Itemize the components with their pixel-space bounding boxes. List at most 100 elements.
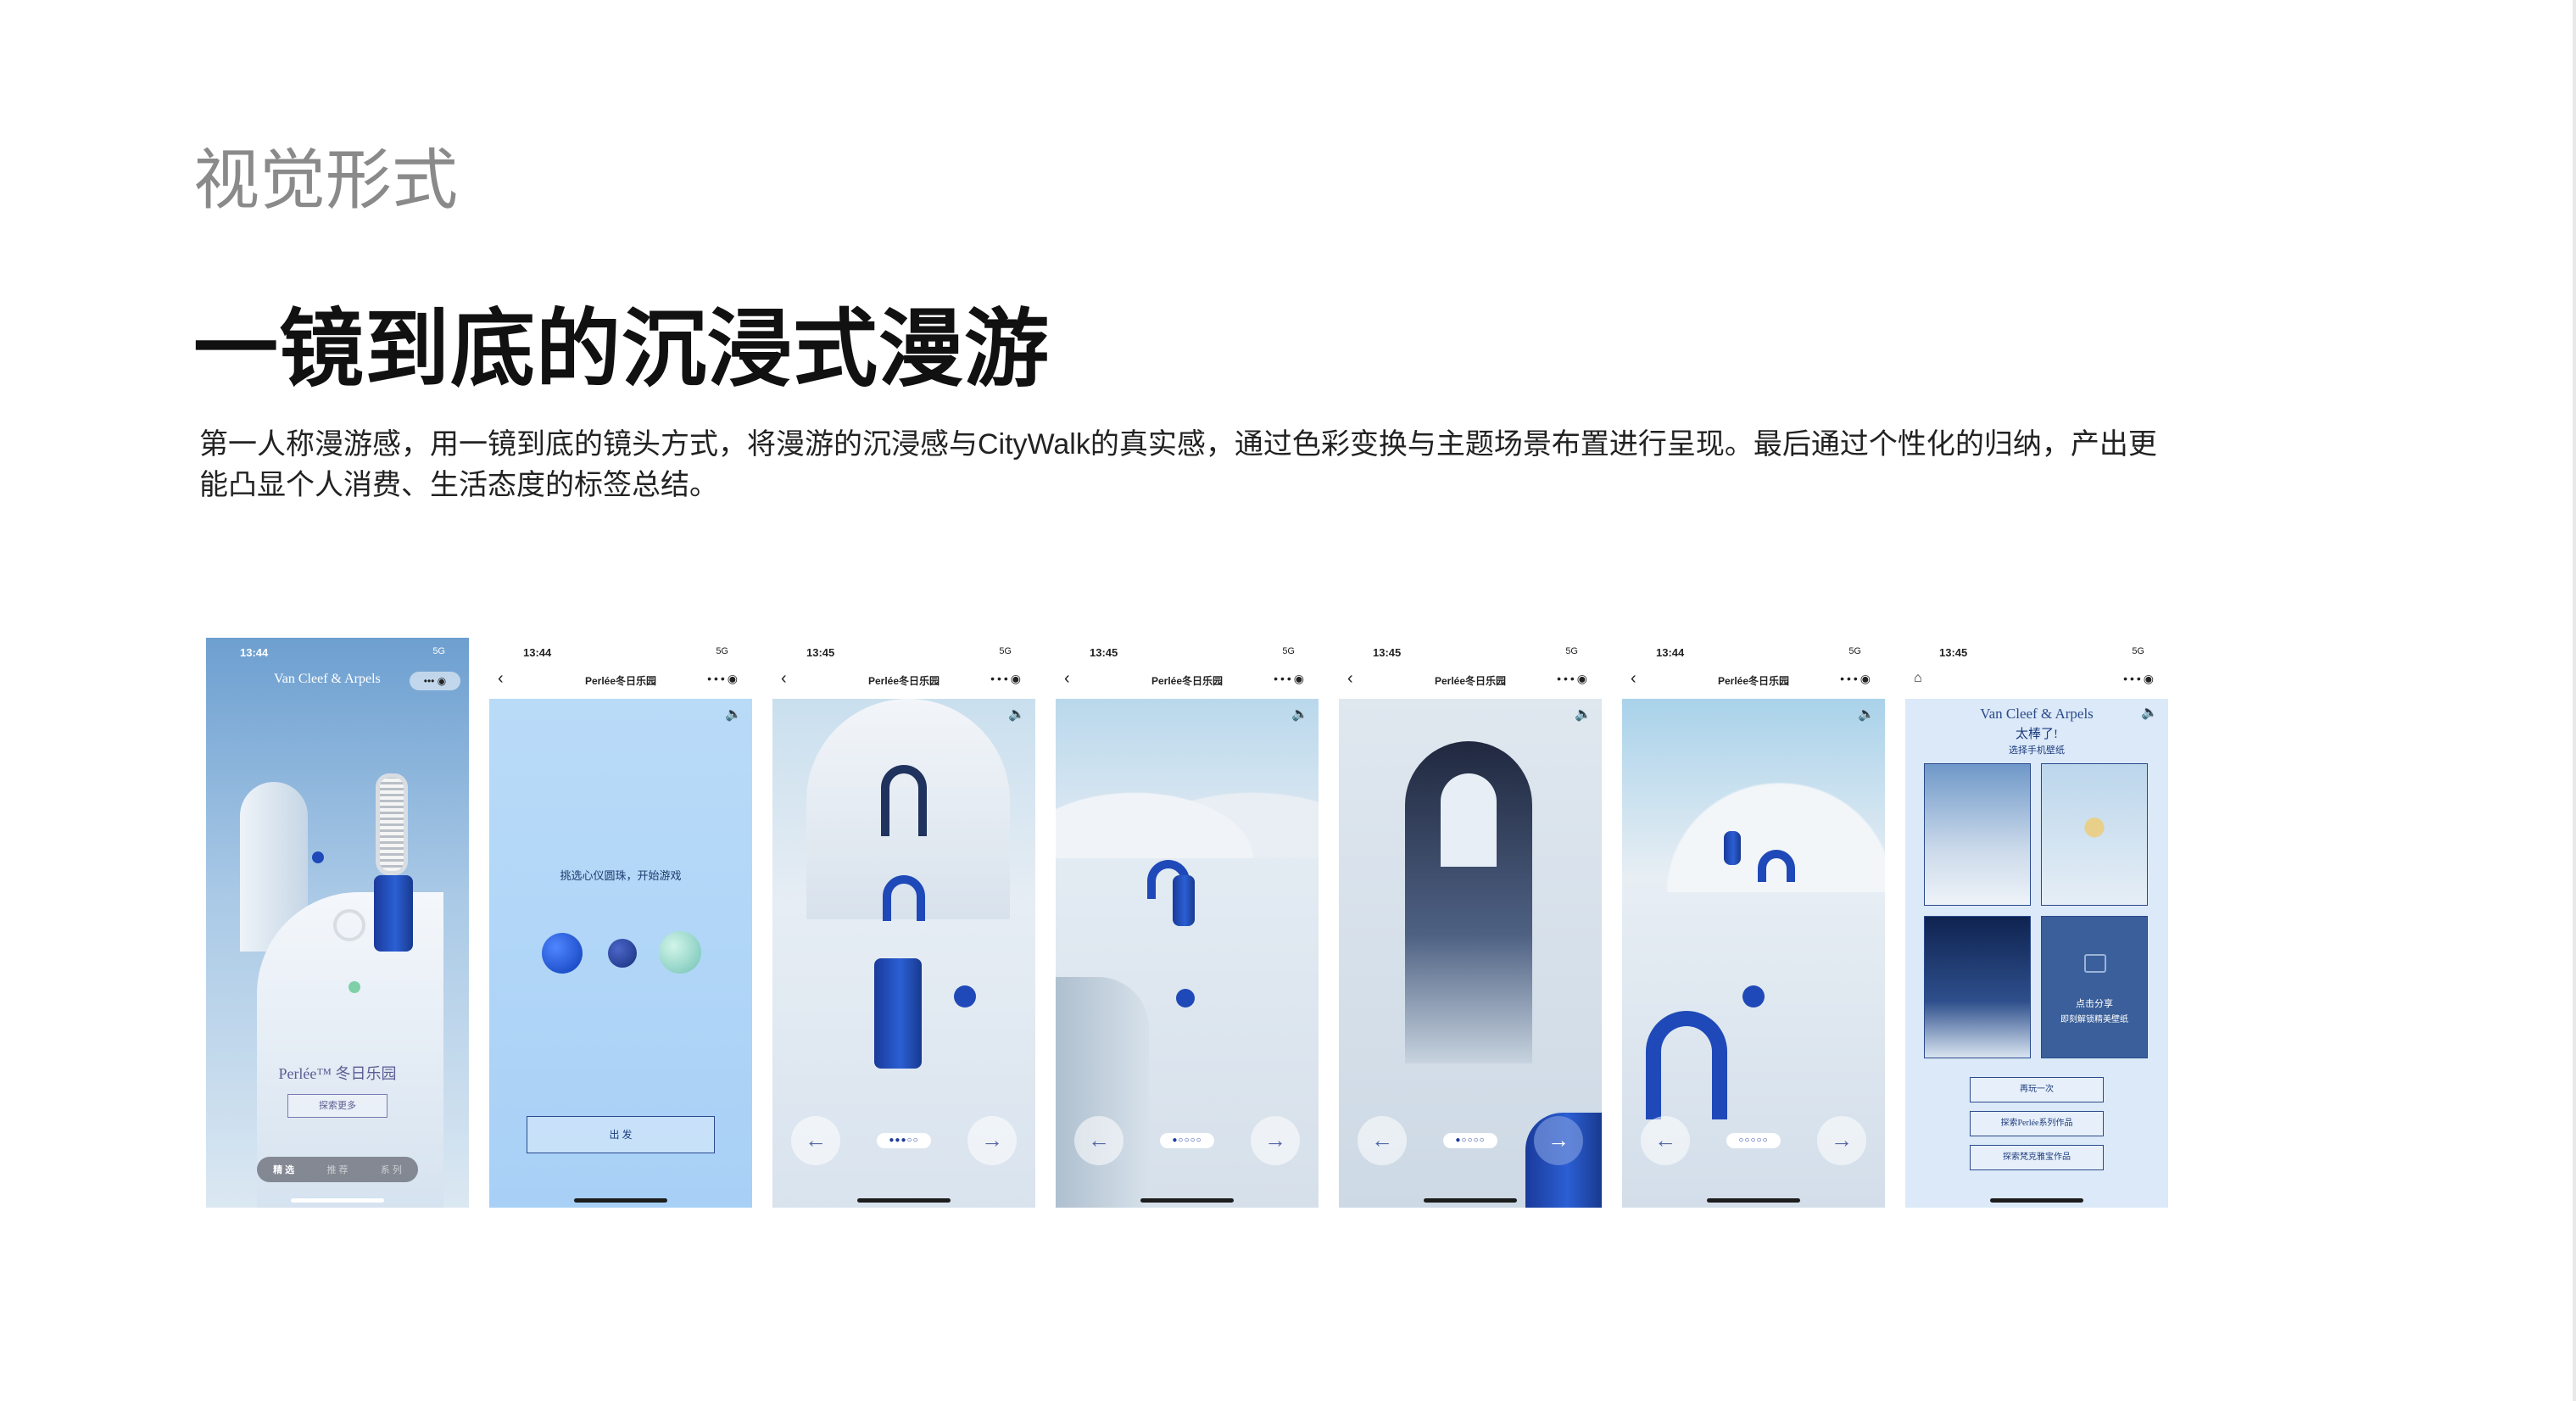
sound-icon[interactable]: 🔈 [725, 706, 742, 723]
scene-wall [1056, 977, 1149, 1208]
tab-recommend[interactable]: 推 荐 [326, 1163, 348, 1176]
status-time: 13:45 [1090, 646, 1118, 659]
nav-bar: ⌂ •••◉ [1905, 668, 2168, 692]
wallpaper-option-locked[interactable]: 点击分享 即刻解锁精美壁纸 [2041, 916, 2148, 1058]
play-again-button[interactable]: 再玩一次 [1970, 1077, 2104, 1102]
home-indicator [291, 1198, 384, 1203]
brand-logo: Van Cleef & Arpels [274, 672, 381, 686]
scene-arch [1758, 850, 1795, 882]
scene-hills [1056, 756, 1319, 858]
arrow-right-icon[interactable]: → [1534, 1116, 1583, 1165]
start-button[interactable]: 出 发 [527, 1116, 715, 1153]
explore-vca-button[interactable]: 探索梵克雅宝作品 [1970, 1145, 2104, 1170]
status-bar: 13:45 5G [1056, 645, 1319, 665]
sound-icon[interactable]: 🔈 [1858, 706, 1875, 723]
arrow-right-icon[interactable]: → [967, 1116, 1017, 1165]
more-icon[interactable]: •••◉ [707, 672, 740, 686]
pager: ← ○○○○○ → [1622, 1116, 1885, 1167]
status-bar: 13:44 5G [1622, 645, 1885, 665]
unlock-hint-sub: 即刻解锁精美壁纸 [2060, 1015, 2128, 1024]
pearl [1742, 985, 1765, 1007]
ring-diamond-small [333, 909, 365, 941]
nav-bar: ‹ Perlée冬日乐园 •••◉ [489, 668, 752, 692]
scene-portal [881, 765, 927, 836]
pearl-option-navy[interactable] [608, 939, 637, 968]
scene-arch [883, 875, 925, 921]
home-indicator [1707, 1198, 1800, 1203]
more-icon[interactable]: •••◉ [1840, 672, 1873, 686]
pager: ← ●○○○○ → [1056, 1116, 1319, 1167]
landing-title: Perlée™ 冬日乐园 [278, 1065, 397, 1082]
status-signal: 5G [432, 646, 445, 656]
nav-bar: ‹ Perlée冬日乐园 •••◉ [1056, 668, 1319, 692]
tab-series[interactable]: 系 列 [381, 1163, 402, 1176]
ring-diamond [376, 773, 408, 875]
progress-dots: ●○○○○ [1443, 1133, 1497, 1148]
phone-screen-walk-2: 13:45 5G ‹ Perlée冬日乐园 •••◉ 🔈 ← ●○○○○ → [1056, 638, 1319, 1208]
status-bar: 13:44 5G [206, 645, 469, 665]
more-icon[interactable]: ••• ◉ [410, 672, 460, 690]
status-signal: 5G [716, 646, 728, 656]
pearl [1176, 989, 1195, 1007]
status-signal: 5G [1848, 646, 1861, 656]
tab-featured[interactable]: 精 选 [273, 1163, 294, 1176]
pager: ← ●○○○○ → [1339, 1116, 1602, 1167]
explore-perlee-button[interactable]: 探索Perlée系列作品 [1970, 1111, 2104, 1136]
more-icon[interactable]: •••◉ [990, 672, 1023, 686]
arrow-left-icon[interactable]: ← [1641, 1116, 1690, 1165]
landing-tabbar: 精 选 推 荐 系 列 [257, 1157, 418, 1182]
progress-dots: ○○○○○ [1726, 1133, 1781, 1148]
status-bar: 13:45 5G [1905, 645, 2168, 665]
wallpaper-option-1[interactable] [1924, 763, 2031, 906]
sound-icon[interactable]: 🔈 [1291, 706, 1308, 723]
page-headline: 一镜到底的沉浸式漫游 [193, 302, 1050, 397]
scene-cylinder [874, 958, 922, 1069]
great-title: 太棒了! [2016, 728, 2058, 741]
home-indicator [857, 1198, 951, 1203]
scene-cylinder [374, 875, 413, 952]
scene-tunnel-opening [1441, 773, 1497, 867]
arrow-left-icon[interactable]: ← [1074, 1116, 1124, 1165]
wallpaper-option-2[interactable] [2041, 763, 2148, 906]
status-time: 13:45 [1373, 646, 1402, 659]
pearl-option-blue[interactable] [542, 933, 583, 974]
more-icon[interactable]: •••◉ [1557, 672, 1590, 686]
nav-bar: ‹ Perlée冬日乐园 •••◉ [1339, 668, 1602, 692]
home-indicator [1140, 1198, 1234, 1203]
pick-prompt: 挑选心仪圆珠，开始游戏 [560, 869, 682, 882]
home-indicator [1424, 1198, 1517, 1203]
phone-screen-walk-1: 13:45 5G ‹ Perlée冬日乐园 •••◉ 🔈 ← ●●●○○ → [772, 638, 1035, 1208]
home-indicator [1990, 1198, 2083, 1203]
scene-cylinder [1724, 831, 1741, 865]
more-icon[interactable]: •••◉ [1274, 672, 1307, 686]
pearl [954, 985, 976, 1007]
scene-hills [1622, 740, 1885, 892]
status-time: 13:44 [1656, 646, 1685, 659]
status-time: 13:45 [1939, 646, 1968, 659]
sound-icon[interactable]: 🔈 [1008, 706, 1025, 723]
phone-screen-result: 13:45 5G ⌂ •••◉ 🔈 Van Cleef & Arpels 太棒了… [1905, 638, 2168, 1208]
pearl-option-mint[interactable] [659, 931, 701, 974]
explore-more-button[interactable]: 探索更多 [287, 1094, 388, 1118]
progress-dots: ●●●○○ [877, 1133, 931, 1148]
phone-screen-walk-4: 13:44 5G ‹ Perlée冬日乐园 •••◉ 🔈 ← ○○○○○ → [1622, 638, 1885, 1208]
brand-logo: Van Cleef & Arpels [1980, 706, 2094, 722]
phone-screen-pick-pearl: 13:44 5G ‹ Perlée冬日乐园 •••◉ 🔈 挑选心仪圆珠，开始游戏… [489, 638, 752, 1208]
wallpaper-option-3[interactable] [1924, 916, 2031, 1058]
arrow-right-icon[interactable]: → [1251, 1116, 1300, 1165]
page-description: 第一人称漫游感，用一镜到底的镜头方式，将漫游的沉浸感与CityWalk的真实感，… [199, 428, 2157, 501]
arrow-left-icon[interactable]: ← [1358, 1116, 1407, 1165]
pearl-green [348, 981, 360, 993]
status-signal: 5G [2132, 646, 2144, 656]
arrow-left-icon[interactable]: ← [791, 1116, 840, 1165]
lock-icon [2084, 954, 2106, 973]
status-time: 13:44 [240, 646, 269, 659]
arrow-right-icon[interactable]: → [1817, 1116, 1866, 1165]
home-indicator [574, 1198, 667, 1203]
section-label: 视觉形式 [193, 142, 459, 217]
more-icon[interactable]: •••◉ [2123, 672, 2156, 686]
home-icon[interactable]: ⌂ [1914, 670, 1922, 687]
status-signal: 5G [999, 646, 1012, 656]
sound-icon[interactable]: 🔈 [1575, 706, 1592, 723]
phone-screen-walk-3: 13:45 5G ‹ Perlée冬日乐园 •••◉ 🔈 ← ●○○○○ → [1339, 638, 1602, 1208]
